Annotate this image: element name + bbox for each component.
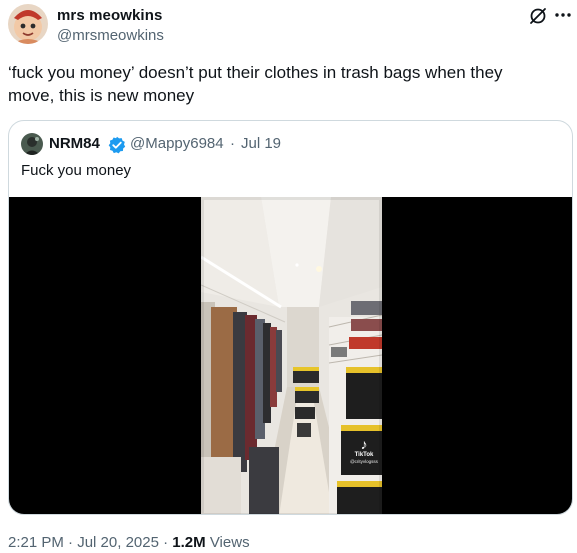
- author-handle[interactable]: @mrsmeowkins: [57, 27, 164, 44]
- views-label: Views: [205, 534, 250, 551]
- video-frame: [201, 197, 382, 514]
- author-avatar[interactable]: [8, 4, 48, 44]
- tweet-text: ‘fuck you money’ doesn’t put their cloth…: [8, 63, 503, 105]
- quote-separator: ·: [230, 135, 235, 152]
- verified-badge-icon: [108, 136, 126, 154]
- quote-video[interactable]: ♪ TikTok @crityvlogsss: [9, 197, 572, 514]
- author-display-name[interactable]: mrs meowkins: [57, 7, 162, 24]
- tweet-time[interactable]: 2:21 PM: [8, 534, 64, 551]
- meta-separator: ·: [63, 534, 78, 551]
- tiktok-watermark: ♪ TikTok @crityvlogsss: [344, 437, 384, 465]
- quoted-tweet-card[interactable]: NRM84 @Mappy6984 · Jul 19 Fuck you money: [8, 120, 573, 515]
- quote-author-display-name[interactable]: NRM84: [49, 135, 100, 152]
- tweet-metadata: 2:21 PM · Jul 20, 2025 · 1.2M Views: [8, 534, 250, 551]
- quote-text: Fuck you money: [21, 162, 132, 179]
- quote-author-handle[interactable]: @Mappy6984: [130, 135, 224, 152]
- quote-date[interactable]: Jul 19: [241, 135, 281, 152]
- tiktok-username: @crityvlogsss: [350, 459, 378, 464]
- tweet-date[interactable]: Jul 20, 2025: [77, 534, 159, 551]
- meta-separator: ·: [158, 534, 173, 551]
- views-count: 1.2M: [172, 534, 206, 551]
- more-options-icon[interactable]: [553, 5, 573, 25]
- grok-icon[interactable]: [528, 6, 548, 26]
- tiktok-logo-icon: ♪: [360, 436, 368, 452]
- quote-author-avatar[interactable]: [21, 133, 43, 155]
- tiktok-label: TikTok: [354, 452, 374, 458]
